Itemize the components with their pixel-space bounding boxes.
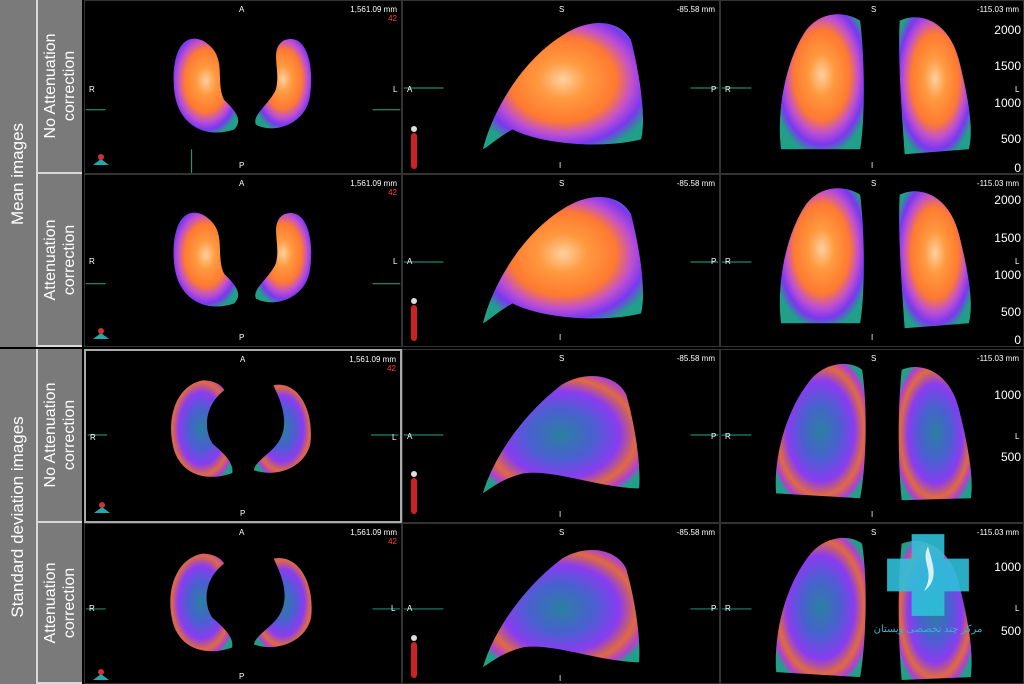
orient-right: P: [711, 604, 717, 613]
orient-top: S: [559, 5, 565, 14]
body-figure-icon: [409, 634, 419, 680]
coronal-viewport-row1[interactable]: S I R L -115.03 mm 2000 1500 1000 500 0: [720, 0, 1024, 174]
orient-right: P: [711, 432, 717, 441]
transverse-viewport-row3[interactable]: A P R L 1,561.09 mm 42: [84, 349, 402, 523]
color-scale: 2000 1500 1000 500 0: [994, 23, 1021, 174]
row-label-1: No Attenuation correction: [38, 0, 82, 174]
transverse-viewport-row2[interactable]: A P R L 1,561.09 mm 42: [84, 174, 402, 347]
orient-left: R: [89, 257, 95, 266]
distance-readout: -85.58 mm: [676, 528, 715, 537]
distance-readout: -85.58 mm: [676, 179, 715, 188]
distance-readout: 1,561.09 mm 42: [350, 528, 397, 546]
orient-left: R: [725, 257, 731, 266]
orient-bottom: I: [871, 161, 874, 170]
orient-bottom: I: [559, 333, 562, 342]
orient-left: R: [89, 85, 95, 94]
orient-right: P: [711, 85, 717, 94]
orient-left: A: [407, 257, 413, 266]
orient-top: S: [559, 354, 565, 363]
clinic-logo-text: مرکز چند تخصصی ویستان: [873, 624, 983, 635]
transverse-viewport-row1[interactable]: A P R L 1,561.09 mm 42: [84, 0, 402, 174]
orient-right: L: [392, 433, 397, 442]
orient-bottom: I: [559, 510, 562, 519]
body-figure-icon: [409, 297, 419, 343]
distance-readout: 1,561.09 mm 42: [349, 355, 396, 373]
sagittal-viewport-row1[interactable]: S I A P -85.58 mm: [402, 0, 720, 174]
transverse-image: [85, 553, 401, 652]
orient-top: S: [559, 179, 565, 188]
row-label-3: No Attenuation correction: [38, 349, 82, 523]
orient-top: A: [239, 179, 245, 188]
transverse-image: [85, 38, 401, 173]
transverse-image: [85, 212, 401, 307]
orient-left: A: [407, 432, 413, 441]
orient-right: L: [391, 604, 396, 613]
transverse-viewport-row4[interactable]: A P R L 1,561.09 mm 42: [84, 523, 402, 684]
orient-left: R: [90, 433, 96, 442]
body-orientation-icon: [91, 151, 111, 167]
orient-bottom: P: [239, 672, 245, 681]
color-scale: 2000 1500 1000 500 0: [994, 193, 1021, 347]
coronal-viewport-row2[interactable]: S I R L -115.03 mm 2000 1500 1000 500 0: [720, 174, 1024, 347]
coronal-image: [721, 363, 972, 501]
slice-number: 42: [388, 537, 397, 546]
sagittal-viewport-row2[interactable]: S I A P -85.58 mm: [402, 174, 720, 347]
sagittal-image: [403, 197, 719, 324]
orient-top: S: [871, 5, 877, 14]
distance-readout: 1,561.09 mm 42: [350, 5, 397, 23]
body-figure-icon: [409, 125, 419, 171]
orient-bottom: P: [240, 509, 246, 518]
color-scale: 1000 500: [994, 388, 1021, 464]
row-label-4: Attenuation correction: [38, 523, 82, 684]
orient-top: A: [240, 355, 246, 364]
coronal-viewport-row3[interactable]: S I R L -115.03 mm 1000 500: [720, 349, 1024, 523]
slice-number: 42: [388, 188, 397, 197]
slice-number: 42: [387, 364, 396, 373]
coronal-image: [721, 14, 971, 155]
row-label-2: Attenuation correction: [38, 174, 82, 347]
sagittal-image: [403, 549, 719, 668]
distance-readout: -85.58 mm: [676, 354, 715, 363]
group-label-sd: Standard deviation images: [0, 349, 38, 684]
sagittal-image: [403, 23, 719, 150]
distance-readout: -85.58 mm: [676, 5, 715, 14]
orient-bottom: I: [871, 510, 874, 519]
distance-readout: 1,561.09 mm 42: [350, 179, 397, 197]
sagittal-viewport-row3[interactable]: S I A P -85.58 mm: [402, 349, 720, 523]
group-label-mean: Mean images: [0, 0, 38, 347]
orient-left: R: [89, 604, 95, 613]
orient-right: L: [393, 85, 398, 94]
orient-top: A: [239, 5, 245, 14]
sagittal-viewport-row4[interactable]: S I A P -85.58 mm: [402, 523, 720, 684]
orient-left: R: [725, 604, 731, 613]
orient-left: A: [407, 85, 413, 94]
sagittal-image: [403, 375, 719, 494]
orient-bottom: I: [559, 161, 562, 170]
orient-bottom: P: [239, 161, 245, 170]
body-orientation-icon: [92, 499, 112, 515]
orient-right: P: [711, 257, 717, 266]
orient-bottom: P: [239, 333, 245, 342]
coronal-image: [721, 188, 971, 329]
orient-right: L: [393, 257, 398, 266]
body-orientation-icon: [91, 325, 111, 341]
orient-left: R: [725, 85, 731, 94]
body-orientation-icon: [91, 666, 111, 682]
orient-bottom: I: [871, 333, 874, 342]
slice-number: 42: [388, 14, 397, 23]
orient-top: S: [871, 354, 877, 363]
transverse-image: [87, 380, 399, 477]
orient-left: A: [407, 604, 413, 613]
orient-left: R: [725, 432, 731, 441]
orient-top: S: [871, 179, 877, 188]
body-figure-icon: [409, 470, 419, 516]
orient-top: A: [239, 528, 245, 537]
orient-top: S: [559, 528, 565, 537]
orient-bottom: I: [559, 674, 562, 683]
